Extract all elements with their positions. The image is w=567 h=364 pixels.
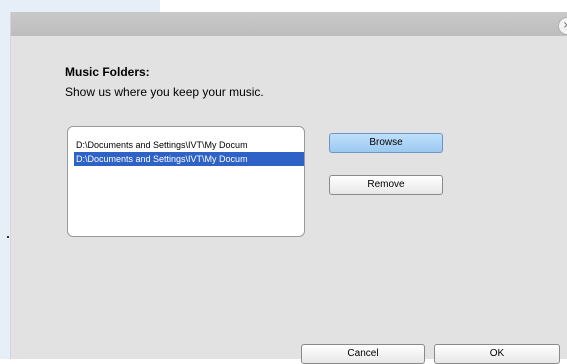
dialog-titlebar: ×	[11, 12, 567, 36]
folder-list-item[interactable]: D:\Documents and Settings\IVT\My Docum	[74, 138, 304, 152]
folder-list[interactable]: D:\Documents and Settings\IVT\My Docum D…	[67, 126, 305, 237]
ok-button[interactable]: OK	[434, 344, 560, 364]
music-folders-dialog: × Music Folders: Show us where you keep …	[10, 12, 567, 364]
close-icon[interactable]: ×	[558, 17, 567, 35]
background-strip	[160, 0, 567, 12]
remove-button[interactable]: Remove	[329, 175, 443, 195]
dialog-subtext: Show us where you keep your music.	[65, 85, 264, 99]
background-mark	[7, 236, 9, 238]
dialog-heading: Music Folders:	[65, 65, 150, 79]
folder-list-item-selected[interactable]: D:\Documents and Settings\IVT\My Docum	[74, 152, 304, 166]
browse-button[interactable]: Browse	[329, 133, 443, 153]
cancel-button[interactable]: Cancel	[301, 344, 425, 364]
